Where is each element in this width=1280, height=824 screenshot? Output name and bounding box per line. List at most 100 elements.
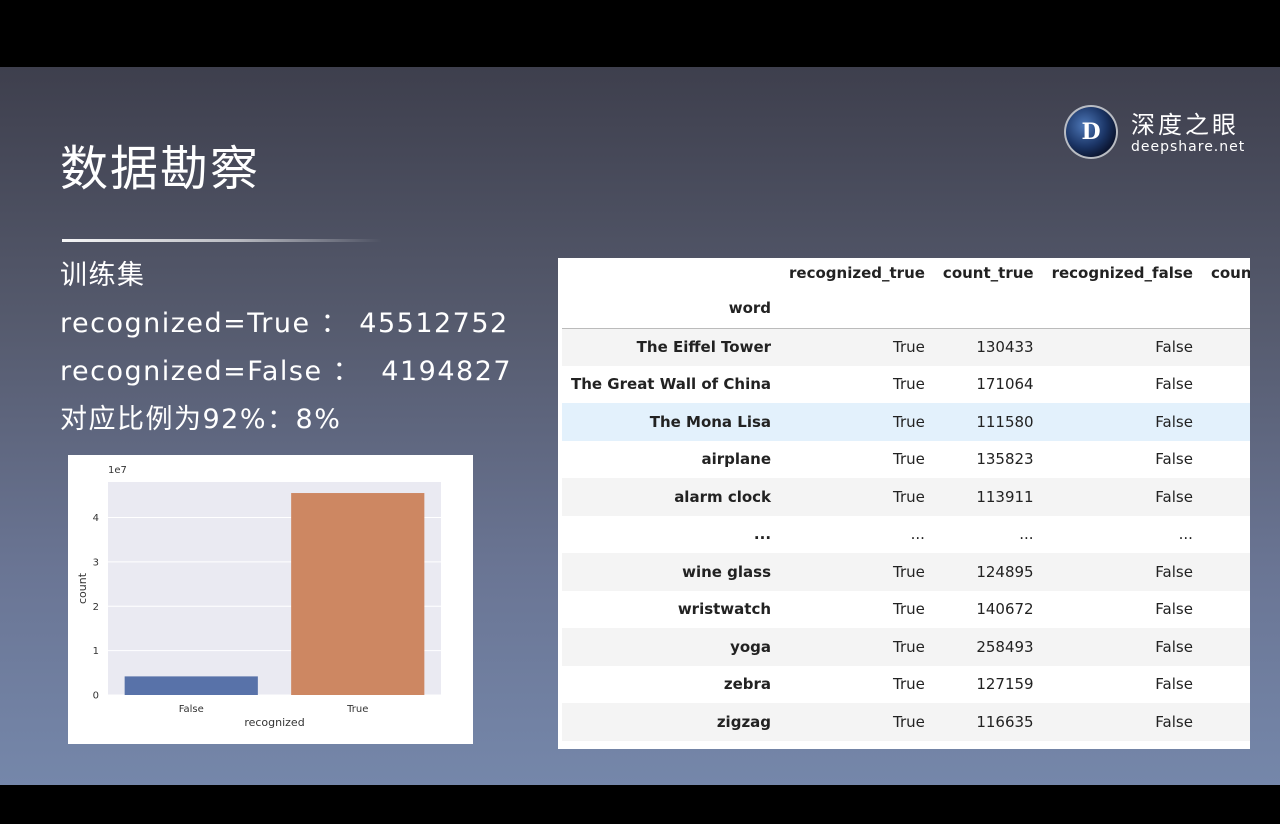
row-index-word: The Eiffel Tower bbox=[636, 338, 772, 356]
recognized-bar-chart: 0 1 2 3 4 1e7 False True recognized count bbox=[68, 455, 473, 744]
index-name-header: word bbox=[562, 288, 781, 329]
brand-logo: D 深度之眼 deepshare.net bbox=[1064, 103, 1254, 163]
presentation-slide: 数据勘察 D 深度之眼 deepshare.net 训练集 recognized… bbox=[0, 67, 1280, 785]
y-tick-label: 0 bbox=[93, 691, 99, 702]
y-tick-label: 1 bbox=[93, 646, 99, 657]
cell-recognized-false: False bbox=[1155, 675, 1193, 694]
table-row: The Great Wall of China True 171064 False 21… bbox=[562, 365, 1250, 404]
cell-count-false: 15800 bbox=[1202, 441, 1250, 479]
brand-name-cn: 深度之眼 bbox=[1131, 111, 1239, 139]
row-index-word: The Great Wall of China bbox=[571, 375, 772, 394]
cell-recognized-false: False bbox=[1155, 562, 1193, 581]
column-header: recognized_true bbox=[789, 264, 925, 282]
row-index-word: airplane bbox=[701, 450, 772, 469]
table-row: ............... bbox=[562, 515, 1250, 554]
cell-count-true: 130433 bbox=[976, 338, 1034, 356]
cell-count-true: ... bbox=[1019, 525, 1034, 544]
table-row: zigzag True 116635 False 3437 bbox=[562, 703, 1250, 741]
cell-count-true: 171064 bbox=[976, 375, 1034, 394]
row-index-word: alarm clock bbox=[674, 487, 772, 506]
cell-count-true: 116635 bbox=[976, 712, 1034, 731]
y-tick-label: 4 bbox=[93, 513, 99, 524]
slide-title: 数据勘察 bbox=[60, 141, 261, 197]
row-index-word: yoga bbox=[730, 637, 772, 656]
cell-recognized-true: True bbox=[893, 450, 925, 469]
chart-canvas: 0 1 2 3 4 1e7 False True recognized count bbox=[76, 465, 441, 729]
row-index-word: zigzag bbox=[716, 712, 772, 731]
cell-recognized-true: True bbox=[893, 338, 925, 356]
cell-count-true: 135823 bbox=[976, 450, 1034, 469]
recognition-table: recognized_true count_true recognized_fa… bbox=[562, 258, 1250, 741]
table-row: yoga True 258493 False 21949 bbox=[562, 628, 1250, 666]
cell-count-true: 258493 bbox=[976, 637, 1034, 656]
y-axis-label: count bbox=[76, 572, 89, 604]
cell-recognized-true: True bbox=[893, 712, 925, 731]
index-header-blank bbox=[562, 258, 780, 288]
row-index-word: The Mona Lisa bbox=[649, 412, 772, 431]
table-row: wine glass True 124895 False 7407 bbox=[562, 553, 1250, 591]
cell-count-true: 113911 bbox=[976, 487, 1034, 506]
cell-count-false: 7407 bbox=[1202, 553, 1250, 591]
x-tick-label: False bbox=[179, 704, 204, 715]
table-row: zebra True 127159 False 17449 bbox=[562, 665, 1250, 704]
cell-recognized-true: True bbox=[893, 375, 925, 394]
cell-recognized-false: False bbox=[1155, 637, 1193, 656]
cell-count-true: 124895 bbox=[976, 562, 1034, 581]
cell-count-false: 21949 bbox=[1202, 628, 1250, 666]
table-row: alarm clock True 113911 False 9488 bbox=[562, 478, 1250, 516]
x-tick-label: True bbox=[346, 704, 368, 715]
table-row: The Eiffel Tower True 130433 False 4368 bbox=[562, 328, 1250, 366]
cell-recognized-false: False bbox=[1155, 338, 1193, 356]
cell-count-false: 21951 bbox=[1202, 366, 1250, 404]
table-row: airplane True 135823 False 15800 bbox=[562, 440, 1250, 479]
cell-recognized-true: True bbox=[893, 600, 925, 619]
recognized-false-count: recognized=False ： 4194827 bbox=[60, 356, 513, 387]
ratio-text: 对应比例为92%：8% bbox=[60, 404, 342, 435]
cell-recognized-true: True bbox=[893, 637, 925, 656]
cell-recognized-true: True bbox=[893, 412, 925, 431]
bar-true bbox=[291, 493, 425, 695]
cell-count-false: 9488 bbox=[1202, 478, 1250, 516]
column-header: count_false bbox=[1210, 264, 1250, 282]
cell-recognized-false: False bbox=[1155, 712, 1193, 731]
cell-count-false: 9803 bbox=[1202, 403, 1250, 441]
cell-count-false: 17449 bbox=[1202, 666, 1250, 704]
train-set-label: 训练集 bbox=[60, 260, 146, 291]
brand-domain: deepshare.net bbox=[1131, 139, 1246, 155]
cell-recognized-false: False bbox=[1155, 487, 1193, 506]
cell-recognized-false: ... bbox=[1178, 525, 1193, 544]
column-header: count_true bbox=[942, 264, 1034, 282]
row-index-word: ... bbox=[753, 525, 772, 544]
index-name-row: word bbox=[562, 288, 1250, 329]
cell-count-true: 127159 bbox=[976, 675, 1034, 694]
eye-logo-icon: D bbox=[1064, 105, 1118, 159]
row-index-word: wristwatch bbox=[677, 600, 772, 619]
table-header-row: recognized_true count_true recognized_fa… bbox=[562, 258, 1250, 288]
cell-recognized-true: True bbox=[893, 487, 925, 506]
cell-count-false: 4368 bbox=[1202, 328, 1250, 366]
table-body: The Eiffel TowerTrue130433False4368The G… bbox=[562, 328, 1250, 741]
cell-recognized-true: ... bbox=[910, 525, 925, 544]
y-tick-label: 2 bbox=[93, 602, 99, 613]
cell-recognized-false: False bbox=[1155, 600, 1193, 619]
cell-count-false: ... bbox=[1202, 516, 1250, 554]
cell-recognized-false: False bbox=[1155, 412, 1193, 431]
cell-count-true: 111580 bbox=[976, 412, 1034, 431]
cell-count-false: 3437 bbox=[1202, 703, 1250, 741]
cell-recognized-false: False bbox=[1155, 375, 1193, 394]
recognized-true-count: recognized=True ： 45512752 bbox=[60, 308, 509, 339]
cell-recognized-true: True bbox=[893, 675, 925, 694]
dataframe-table-panel: recognized_true count_true recognized_fa… bbox=[558, 258, 1250, 749]
table-row: The Mona Lisa True 111580 False 9803 bbox=[562, 403, 1250, 441]
cell-count-true: 140672 bbox=[976, 600, 1034, 619]
y-scale-label: 1e7 bbox=[108, 465, 127, 476]
bar-false bbox=[124, 676, 258, 695]
row-index-word: zebra bbox=[723, 675, 772, 694]
column-header: recognized_false bbox=[1051, 264, 1193, 282]
title-divider bbox=[62, 239, 382, 242]
cell-count-false: 21973 bbox=[1202, 591, 1250, 629]
row-index-word: wine glass bbox=[682, 562, 772, 581]
cell-recognized-false: False bbox=[1155, 450, 1193, 469]
y-tick-label: 3 bbox=[93, 557, 99, 568]
x-axis-label: recognized bbox=[244, 716, 304, 729]
